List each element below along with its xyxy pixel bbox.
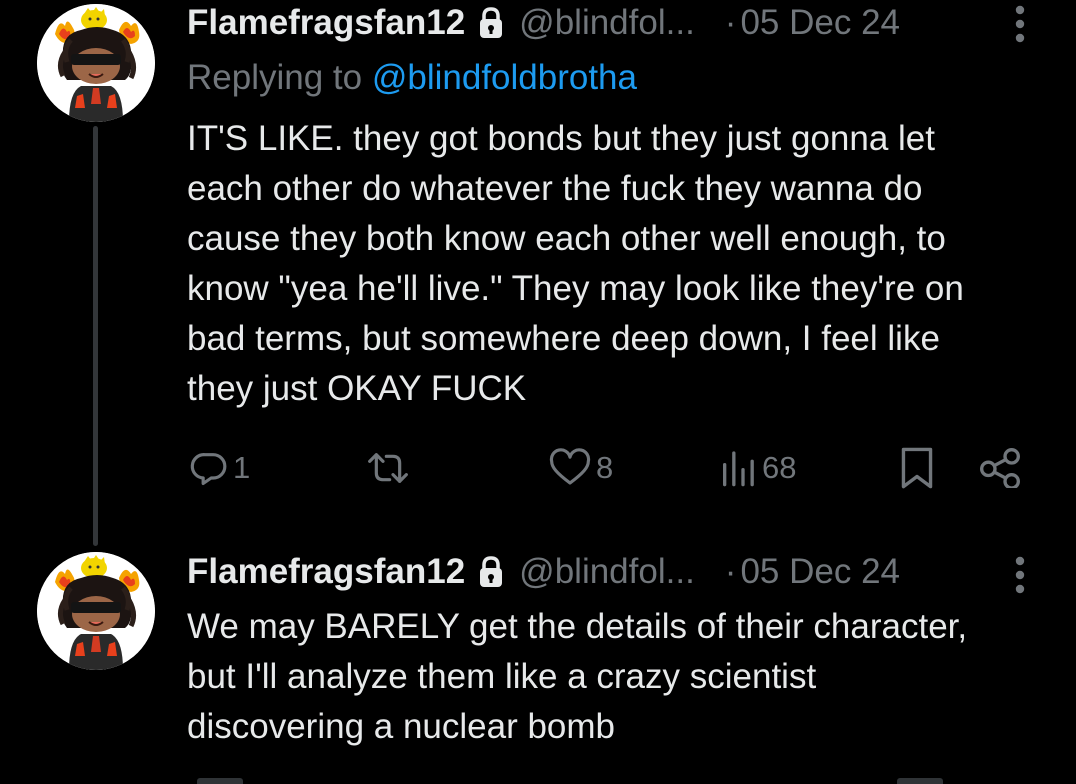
separator-dot: · bbox=[724, 552, 737, 591]
display-name[interactable]: Flamefragsfan12 bbox=[187, 3, 465, 43]
repost-button[interactable] bbox=[364, 440, 416, 496]
more-options-icon[interactable] bbox=[1008, 2, 1032, 46]
reply-button[interactable]: 1 bbox=[189, 440, 250, 496]
views-button[interactable]: 68 bbox=[718, 440, 796, 496]
separator-dot: · bbox=[724, 3, 737, 42]
tweet-text-line: each other do whatever the fuck they wan… bbox=[187, 169, 923, 208]
tweet-text-line: discovering a nuclear bomb bbox=[187, 707, 616, 746]
tweet-1[interactable]: Flamefragsfan12 @blindfol... · 05 Dec 24… bbox=[0, 0, 1076, 546]
share-button[interactable] bbox=[978, 440, 1022, 496]
bookmark-button[interactable] bbox=[898, 440, 936, 496]
tweet-actions-bar: 1 8 68 bbox=[0, 440, 1076, 496]
tweet-date[interactable]: 05 Dec 24 bbox=[740, 552, 900, 592]
replying-to: Replying to @blindfoldbrotha bbox=[187, 58, 637, 98]
tweet-header: Flamefragsfan12 @blindfol... · 05 Dec 24 bbox=[187, 549, 900, 595]
display-name[interactable]: Flamefragsfan12 bbox=[187, 552, 465, 592]
bookmark-icon bbox=[898, 446, 936, 490]
heart-icon bbox=[548, 448, 592, 488]
lock-icon bbox=[477, 555, 505, 589]
repost-icon bbox=[364, 448, 412, 488]
next-row-partial-element bbox=[197, 778, 243, 784]
handle[interactable]: @blindfol... bbox=[519, 3, 695, 43]
tweet-date[interactable]: 05 Dec 24 bbox=[740, 3, 900, 43]
like-count: 8 bbox=[596, 450, 614, 485]
tweet-text-line: cause they both know each other well eno… bbox=[187, 219, 946, 258]
share-icon bbox=[978, 448, 1022, 488]
views-count: 68 bbox=[762, 450, 797, 485]
tweet-text-line: know "yea he'll live." They may look lik… bbox=[187, 269, 964, 308]
reply-count: 1 bbox=[233, 450, 251, 485]
avatar-image bbox=[37, 552, 155, 670]
tweet-text: We may BARELY get the details of their c… bbox=[187, 602, 1067, 752]
more-options-icon[interactable] bbox=[1008, 553, 1032, 597]
replying-to-label: Replying to bbox=[187, 58, 363, 97]
tweet-2[interactable]: Flamefragsfan12 @blindfol... · 05 Dec 24… bbox=[0, 545, 1076, 784]
tweet-text-line: bad terms, but somewhere deep down, I fe… bbox=[187, 319, 940, 358]
tweet-text-line: they just OKAY FUCK bbox=[187, 369, 527, 408]
views-bar-chart-icon bbox=[718, 448, 758, 488]
tweet-text-line: IT'S LIKE. they got bonds but they just … bbox=[187, 119, 935, 158]
next-row-partial-element bbox=[897, 778, 943, 784]
avatar[interactable] bbox=[37, 552, 155, 670]
lock-icon bbox=[477, 6, 505, 40]
tweet-text: IT'S LIKE. they got bonds but they just … bbox=[187, 114, 1067, 414]
tweet-text-line: We may BARELY get the details of their c… bbox=[187, 607, 968, 646]
tweet-header: Flamefragsfan12 @blindfol... · 05 Dec 24 bbox=[187, 0, 900, 46]
avatar[interactable] bbox=[37, 4, 155, 122]
handle[interactable]: @blindfol... bbox=[519, 552, 695, 592]
like-button[interactable]: 8 bbox=[548, 440, 613, 496]
avatar-image bbox=[37, 4, 155, 122]
replying-to-mention[interactable]: @blindfoldbrotha bbox=[372, 58, 637, 97]
reply-bubble-icon bbox=[189, 448, 229, 488]
tweet-text-line: but I'll analyze them like a crazy scien… bbox=[187, 657, 817, 696]
